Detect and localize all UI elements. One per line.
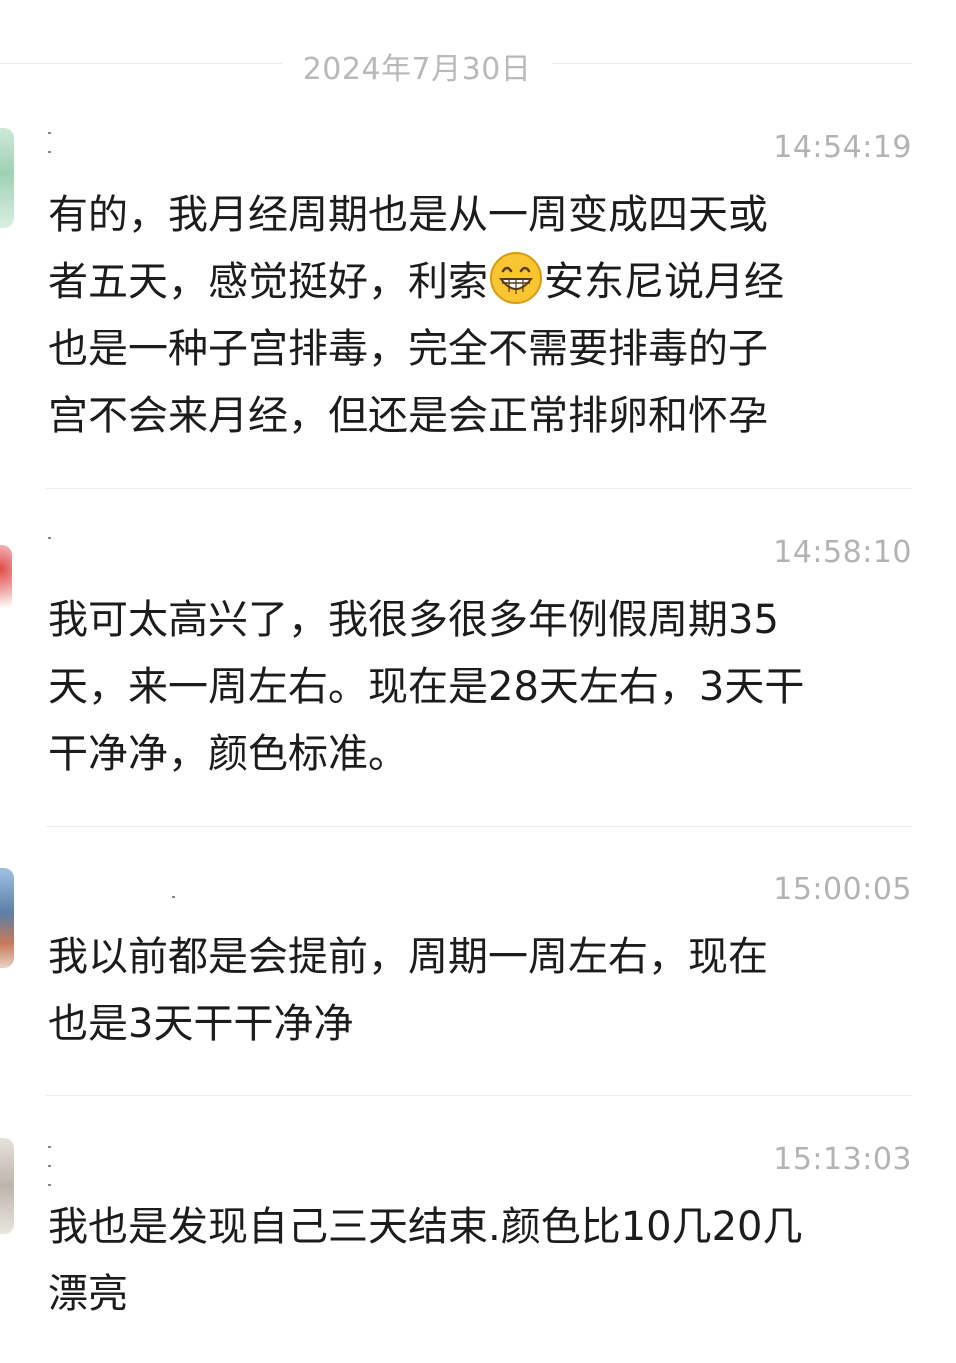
comment-text: 我以前都是会提前，周期一周左右，现在 也是3天干干净净 (48, 934, 768, 1047)
comment-timestamp: 15:13:03 (773, 1142, 912, 1177)
username-redacted[interactable] (48, 1146, 76, 1186)
date-divider-line-right (552, 63, 912, 64)
username-redacted[interactable] (48, 132, 76, 153)
avatar[interactable] (0, 1138, 14, 1234)
grinning-face-emoji (490, 252, 542, 304)
username-redacted[interactable] (48, 537, 76, 541)
comment-timestamp: 14:58:10 (773, 535, 912, 570)
comment-text: 我可太高兴了，我很多很多年例假周期35 天，来一周左右。现在是28天左右，3天干… (48, 597, 805, 777)
avatar[interactable] (0, 545, 12, 625)
avatar[interactable] (0, 128, 14, 228)
date-divider: 2024年7月30日 (0, 40, 956, 88)
comment-separator (46, 1095, 912, 1096)
date-divider-label: 2024年7月30日 (302, 52, 532, 87)
avatar[interactable] (0, 868, 14, 968)
comment-text: 有的，我月经周期也是从一周变成四天或 者五天，感觉挺好，利索 安东尼说月经 也是一… (48, 182, 914, 450)
date-divider-line-left (0, 63, 282, 64)
comment-item: 14:54:19 有的，我月经周期也是从一周变成四天或 者五天，感觉挺好，利索安… (0, 120, 956, 490)
comment-text: 我也是发现自己三天结束.颜色比10几20几 漂亮 (48, 1204, 803, 1317)
comment-timestamp: 15:00:05 (773, 872, 912, 907)
comment-item: 14:58:10 我可太高兴了，我很多很多年例假周期35 天，来一周左右。现在是… (0, 525, 956, 825)
comment-item: 15:00:05 我以前都是会提前，周期一周左右，现在 也是3天干干净净 (0, 862, 956, 1094)
comment-item: 15:13:03 我也是发现自己三天结束.颜色比10几20几 漂亮 (0, 1132, 956, 1363)
username-redacted[interactable] (172, 896, 200, 900)
comment-timestamp: 14:54:19 (773, 130, 912, 165)
comment-separator (46, 488, 912, 489)
comment-separator (46, 826, 912, 827)
